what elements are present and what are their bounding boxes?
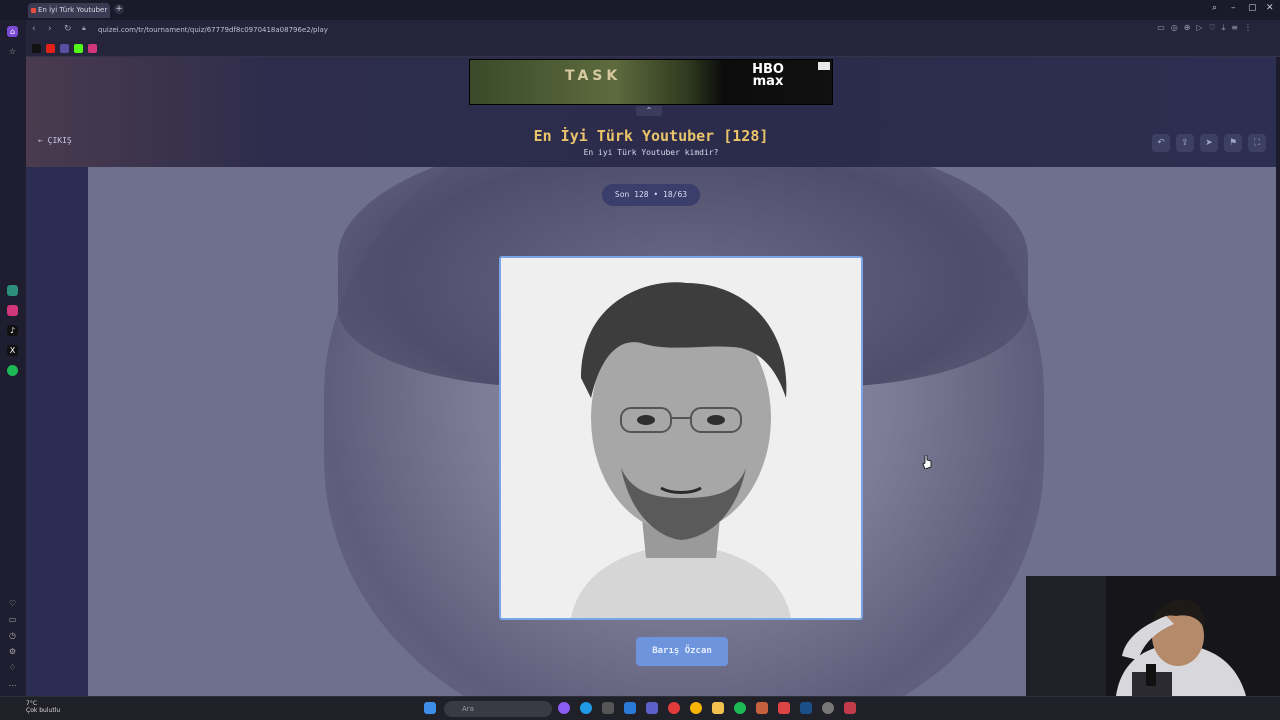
home-icon[interactable]: ⌂ — [7, 26, 18, 37]
heart-icon[interactable]: ♡ — [7, 598, 18, 609]
game-icon[interactable] — [778, 702, 790, 714]
address-bar-row: ‹ › ↻ 🔒︎ quizei.com/tr/tournament/quiz/6… — [26, 20, 1280, 40]
bookmark-twitch-icon[interactable] — [60, 44, 69, 53]
settings-icon[interactable]: ⚙ — [7, 646, 18, 657]
bookmark-instagram-icon[interactable] — [88, 44, 97, 53]
address-actions-icon[interactable]: ▭◎⊕▷♡⤓≡⋮ — [1157, 23, 1258, 33]
forward-icon[interactable]: › — [48, 24, 52, 34]
opera-taskbar-icon[interactable] — [668, 702, 680, 714]
flag-icon[interactable]: ⚑ — [1224, 134, 1242, 152]
bookmark-kick-icon[interactable] — [74, 44, 83, 53]
ad-brand: HBO max — [752, 62, 784, 89]
fullscreen-icon[interactable]: ⛶ — [1248, 134, 1266, 152]
contestant-photo — [501, 258, 861, 618]
reload-icon[interactable]: ↻ — [64, 24, 72, 34]
spotify-taskbar-icon[interactable] — [734, 702, 746, 714]
bookmark-youtube-icon[interactable] — [46, 44, 55, 53]
steam-icon[interactable] — [800, 702, 812, 714]
quiz-title: En İyi Türk Youtuber [128] — [533, 127, 769, 145]
windows-taskbar: 7°C Çok bulutlu Ara — [0, 696, 1280, 720]
quiz-subtitle: En iyi Türk Youtuber kimdir? — [583, 148, 719, 157]
contestant-photo-card[interactable] — [499, 256, 863, 620]
lock-icon: 🔒︎ — [82, 24, 86, 32]
bulb-icon[interactable]: ♢ — [7, 662, 18, 673]
weather-widget[interactable]: 7°C Çok bulutlu — [10, 700, 60, 714]
tab-strip: En İyi Türk Youtuber [128] + ⌕ – ▢ ✕ — [0, 0, 1280, 20]
chatgpt-icon[interactable] — [7, 285, 18, 296]
tab-title: En İyi Türk Youtuber [128] — [38, 6, 110, 14]
more-icon[interactable]: … — [7, 678, 18, 689]
browser-tab[interactable]: En İyi Türk Youtuber [128] — [28, 3, 110, 18]
weather-temp: 7°C — [26, 700, 38, 707]
ad-close-icon[interactable] — [818, 62, 830, 70]
new-tab-button[interactable]: + — [114, 4, 124, 14]
ad-collapse-icon[interactable]: ⌃ — [636, 106, 662, 116]
app-icon[interactable] — [756, 702, 768, 714]
start-windows-icon[interactable] — [424, 702, 436, 714]
favicon-icon — [31, 8, 36, 13]
ad-title: TASK — [565, 68, 622, 84]
mouse-cursor-icon — [922, 455, 932, 469]
advertisement-banner[interactable]: TASK HBO max — [469, 59, 833, 105]
history-icon[interactable]: ◷ — [7, 630, 18, 641]
vote-contestant-button[interactable]: Barış Özcan — [636, 637, 728, 666]
send-icon[interactable]: ➤ — [1200, 134, 1218, 152]
taskbar-search-input[interactable]: Ara — [444, 701, 552, 717]
chrome-icon[interactable] — [690, 702, 702, 714]
settings-taskbar-icon[interactable] — [822, 702, 834, 714]
webcam-overlay — [1026, 576, 1280, 696]
edge-icon[interactable] — [580, 702, 592, 714]
spotify-icon[interactable] — [7, 365, 18, 376]
close-window-icon[interactable]: ✕ — [1266, 3, 1274, 13]
back-icon[interactable]: ‹ — [32, 24, 36, 34]
share-icon[interactable]: ⇪ — [1176, 134, 1194, 152]
obs-icon[interactable] — [844, 702, 856, 714]
weather-desc: Çok bulutlu — [26, 707, 61, 714]
x-icon[interactable]: X — [7, 345, 18, 356]
teams-icon[interactable] — [646, 702, 658, 714]
undo-icon[interactable]: ↶ — [1152, 134, 1170, 152]
search-tabs-icon[interactable]: ⌕ — [1212, 3, 1217, 13]
tiktok-icon[interactable]: ♪ — [7, 325, 18, 336]
mail-icon[interactable] — [624, 702, 636, 714]
bookmarks-bar — [26, 40, 1280, 57]
round-badge: Son 128 • 18/63 — [602, 184, 700, 206]
minimize-icon[interactable]: – — [1231, 3, 1236, 13]
streamer-webcam — [1026, 576, 1280, 696]
copilot-icon[interactable] — [558, 702, 570, 714]
maximize-icon[interactable]: ▢ — [1248, 3, 1257, 13]
star-icon[interactable]: ☆ — [7, 46, 18, 57]
stage-left-strip — [26, 167, 88, 696]
url-field[interactable]: quizei.com/tr/tournament/quiz/67779df8c0… — [92, 23, 1172, 37]
browser-sidebar: O ⌂ ☆ ♪ X ♡ ▭ ◷ ⚙ ♢ … — [0, 0, 26, 696]
explorer-icon[interactable] — [712, 702, 724, 714]
note-icon[interactable]: ▭ — [7, 614, 18, 625]
bookmark-x-icon[interactable] — [32, 44, 41, 53]
store-icon[interactable] — [602, 702, 614, 714]
instagram-icon[interactable] — [7, 305, 18, 316]
